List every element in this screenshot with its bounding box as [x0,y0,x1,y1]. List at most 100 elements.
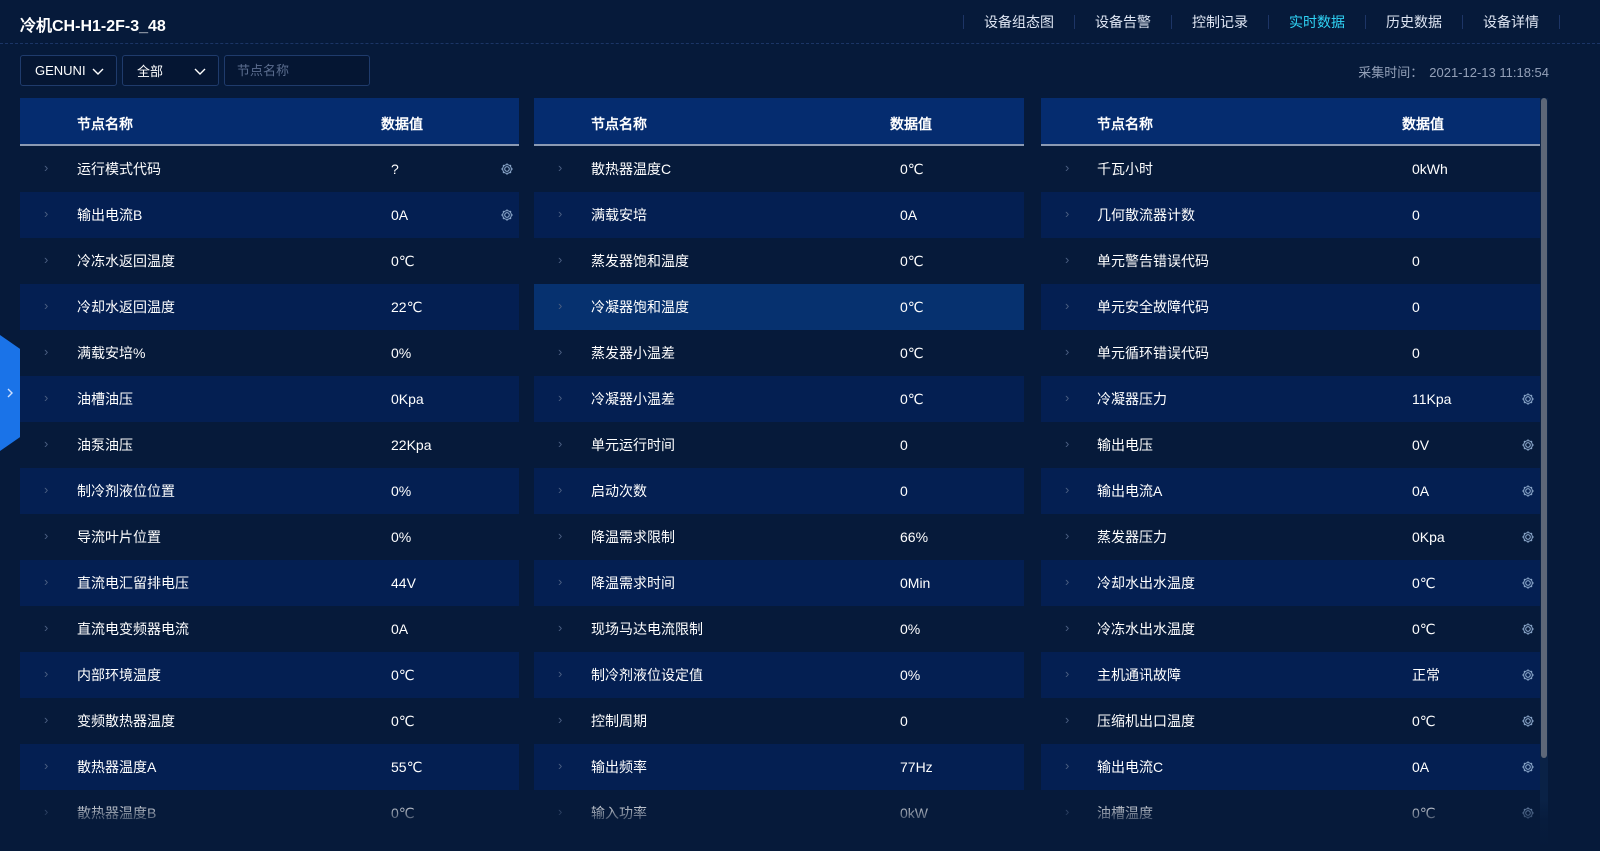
table-row[interactable]: › 单元循环错误代码 0 [1041,330,1540,376]
table-row[interactable]: › 油槽油压 0Kpa [20,376,519,422]
expand-arrow-icon[interactable]: › [558,666,562,682]
gear-icon[interactable] [1521,668,1535,682]
gear-icon[interactable] [1521,484,1535,498]
table-row[interactable]: › 蒸发器饱和温度 0℃ [534,238,1024,284]
table-row[interactable]: › 油槽温度 0℃ [1041,790,1540,836]
expand-arrow-icon[interactable]: › [558,804,562,820]
expand-arrow-icon[interactable]: › [558,436,562,452]
table-row[interactable]: › 输出电压 0V [1041,422,1540,468]
expand-arrow-icon[interactable]: › [44,528,48,544]
device-type-select[interactable]: GENUNI [20,55,117,86]
table-row[interactable]: › 散热器温度A 55℃ [20,744,519,790]
table-row[interactable]: › 几何散流器计数 0 [1041,192,1540,238]
gear-icon[interactable] [1521,392,1535,406]
scrollbar[interactable] [1540,98,1548,851]
table-row[interactable]: › 满载安培 0A [534,192,1024,238]
expand-arrow-icon[interactable]: › [1065,390,1069,406]
expand-arrow-icon[interactable]: › [44,390,48,406]
expand-arrow-icon[interactable]: › [1065,482,1069,498]
node-name-search-input[interactable] [224,55,370,86]
sidebar-expand-tab[interactable] [0,335,20,451]
table-row[interactable]: › 冷凝器饱和温度 0℃ [534,284,1024,330]
gear-icon[interactable] [1521,576,1535,590]
gear-icon[interactable] [1521,622,1535,636]
gear-icon[interactable] [1521,760,1535,774]
expand-arrow-icon[interactable]: › [558,390,562,406]
table-row[interactable]: › 输出电流C 0A [1041,744,1540,790]
table-row[interactable]: › 冷凝器小温差 0℃ [534,376,1024,422]
expand-arrow-icon[interactable]: › [44,344,48,360]
table-row[interactable]: › 变频散热器温度 0℃ [20,698,519,744]
expand-arrow-icon[interactable]: › [1065,160,1069,176]
expand-arrow-icon[interactable]: › [558,252,562,268]
table-row[interactable]: › 主机通讯故障 正常 [1041,652,1540,698]
expand-arrow-icon[interactable]: › [1065,436,1069,452]
expand-arrow-icon[interactable]: › [1065,804,1069,820]
expand-arrow-icon[interactable]: › [44,160,48,176]
expand-arrow-icon[interactable]: › [1065,206,1069,222]
expand-arrow-icon[interactable]: › [44,252,48,268]
expand-arrow-icon[interactable]: › [1065,298,1069,314]
table-row[interactable]: › 散热器温度B 0℃ [20,790,519,836]
expand-arrow-icon[interactable]: › [44,620,48,636]
table-row[interactable]: › 满载安培% 0% [20,330,519,376]
expand-arrow-icon[interactable]: › [1065,252,1069,268]
table-row[interactable]: › 压缩机出口温度 0℃ [1041,698,1540,744]
expand-arrow-icon[interactable]: › [1065,528,1069,544]
table-row[interactable]: › 现场马达电流限制 0% [534,606,1024,652]
table-row[interactable]: › 制冷剂液位位置 0% [20,468,519,514]
table-row[interactable]: › 千瓦小时 0kWh [1041,146,1540,192]
table-row[interactable]: › 冷冻水出水温度 0℃ [1041,606,1540,652]
category-select[interactable]: 全部 [122,55,219,86]
expand-arrow-icon[interactable]: › [1065,666,1069,682]
expand-arrow-icon[interactable]: › [44,712,48,728]
expand-arrow-icon[interactable]: › [558,160,562,176]
gear-icon[interactable] [500,162,514,176]
table-row[interactable]: › 油泵油压 22Kpa [20,422,519,468]
table-row[interactable]: › 蒸发器小温差 0℃ [534,330,1024,376]
nav-device-diagram[interactable]: 设备组态图 [963,15,1074,29]
table-row[interactable]: › 冷却水返回温度 22℃ [20,284,519,330]
nav-device-detail[interactable]: 设备详情 [1462,15,1559,29]
scrollbar-thumb[interactable] [1541,98,1547,758]
table-row[interactable]: › 单元运行时间 0 [534,422,1024,468]
expand-arrow-icon[interactable]: › [558,620,562,636]
expand-arrow-icon[interactable]: › [558,528,562,544]
table-row[interactable]: › 输出电流B 0A [20,192,519,238]
gear-icon[interactable] [500,208,514,222]
expand-arrow-icon[interactable]: › [558,344,562,360]
table-row[interactable]: › 输出电流A 0A [1041,468,1540,514]
nav-realtime-data[interactable]: 实时数据 [1268,15,1365,29]
table-row[interactable]: › 输入功率 0kW [534,790,1024,836]
nav-control-record[interactable]: 控制记录 [1171,15,1268,29]
table-row[interactable]: › 制冷剂液位设定值 0% [534,652,1024,698]
expand-arrow-icon[interactable]: › [1065,758,1069,774]
expand-arrow-icon[interactable]: › [558,298,562,314]
expand-arrow-icon[interactable]: › [44,436,48,452]
table-row[interactable]: › 冷凝器压力 11Kpa [1041,376,1540,422]
expand-arrow-icon[interactable]: › [558,712,562,728]
table-row[interactable]: › 蒸发器压力 0Kpa [1041,514,1540,560]
table-row[interactable]: › 单元警告错误代码 0 [1041,238,1540,284]
gear-icon[interactable] [1521,438,1535,452]
nav-device-alarm[interactable]: 设备告警 [1074,15,1171,29]
expand-arrow-icon[interactable]: › [44,758,48,774]
expand-arrow-icon[interactable]: › [558,206,562,222]
table-row[interactable]: › 冷冻水返回温度 0℃ [20,238,519,284]
expand-arrow-icon[interactable]: › [1065,620,1069,636]
expand-arrow-icon[interactable]: › [44,666,48,682]
table-row[interactable]: › 内部环境温度 0℃ [20,652,519,698]
expand-arrow-icon[interactable]: › [44,206,48,222]
expand-arrow-icon[interactable]: › [558,574,562,590]
expand-arrow-icon[interactable]: › [558,482,562,498]
table-row[interactable]: › 单元安全故障代码 0 [1041,284,1540,330]
table-row[interactable]: › 散热器温度C 0℃ [534,146,1024,192]
table-row[interactable]: › 冷却水出水温度 0℃ [1041,560,1540,606]
table-row[interactable]: › 直流电汇留排电压 44V [20,560,519,606]
gear-icon[interactable] [1521,714,1535,728]
expand-arrow-icon[interactable]: › [44,482,48,498]
expand-arrow-icon[interactable]: › [1065,712,1069,728]
gear-icon[interactable] [1521,806,1535,820]
table-row[interactable]: › 运行模式代码? [20,146,519,192]
table-row[interactable]: › 控制周期 0 [534,698,1024,744]
